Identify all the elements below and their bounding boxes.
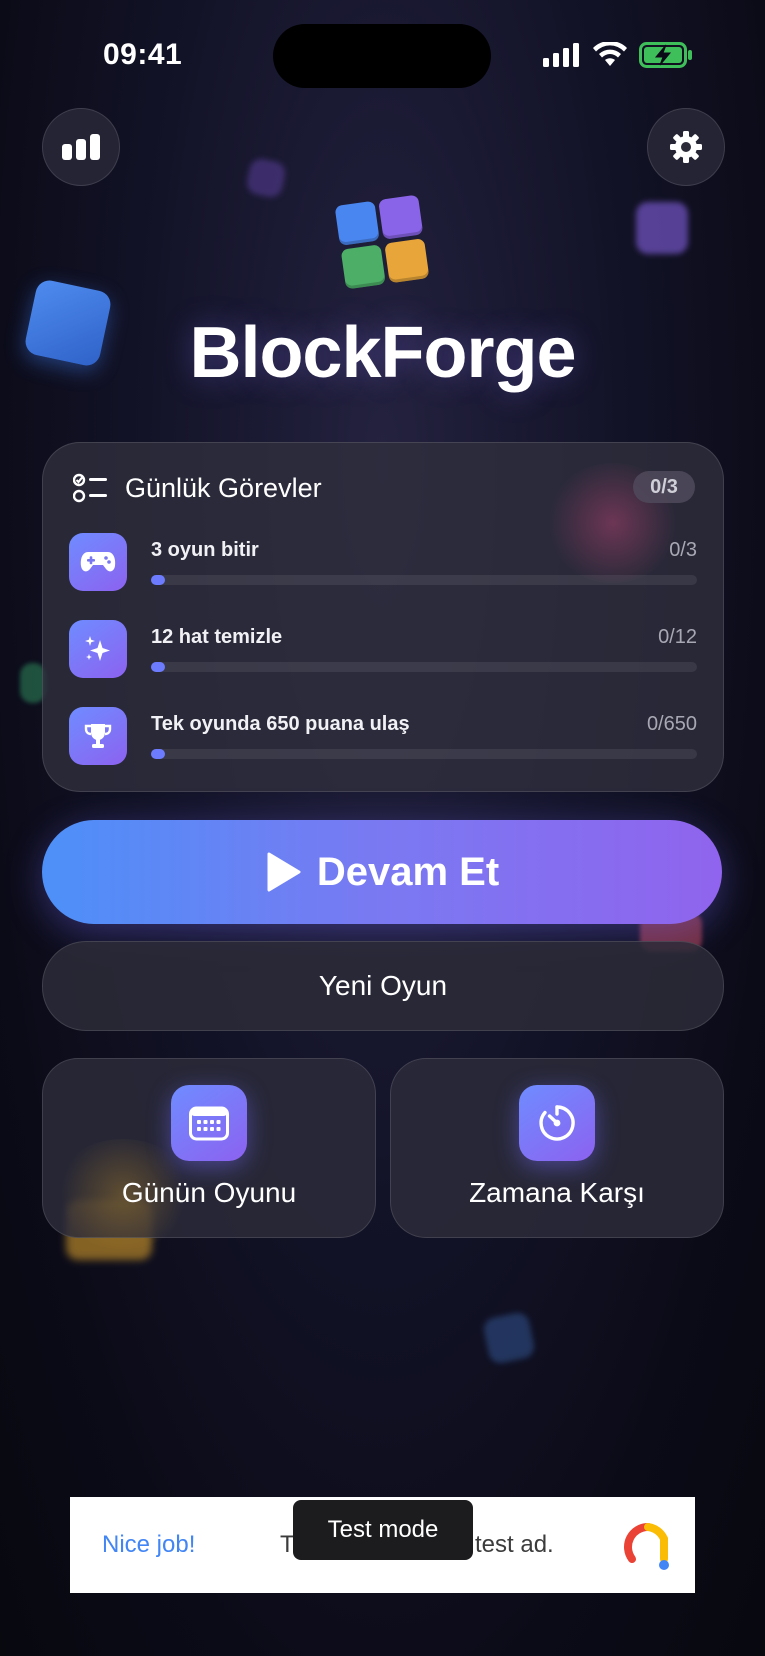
status-icons: [543, 42, 693, 68]
timer-icon: [539, 1105, 575, 1141]
task-row: 3 oyun bitir 0/3: [69, 533, 697, 593]
wifi-icon: [593, 42, 627, 66]
daily-game-button[interactable]: Günün Oyunu: [42, 1058, 376, 1249]
task-progress-bar: [151, 662, 697, 672]
task-row: 12 hat temizle 0/12: [69, 620, 697, 680]
task-icon-container: [69, 533, 127, 591]
time-attack-button[interactable]: Zamana Karşı: [390, 1058, 724, 1238]
task-label: 3 oyun bitir: [151, 539, 259, 561]
daily-tasks-card: Günlük Görevler 0/3 3 oyun bitir 0/3 12 …: [42, 442, 724, 792]
sparkles-icon: [85, 636, 110, 661]
cellular-signal-icon: [543, 43, 579, 67]
logo-block-purple: [378, 194, 424, 240]
task-progress-fill: [151, 749, 165, 759]
task-row: Tek oyunda 650 puana ulaş 0/650: [69, 707, 697, 767]
daily-tasks-title: Günlük Görevler: [125, 473, 322, 503]
gear-icon: [670, 131, 702, 163]
task-icon-container: [69, 707, 127, 765]
app-logo: [334, 194, 430, 290]
logo-block-blue: [334, 200, 380, 246]
task-progress-text: 0/650: [646, 713, 697, 735]
bar-chart-icon: [62, 134, 100, 160]
decorative-block: [636, 202, 688, 254]
task-progress-bar: [151, 749, 697, 759]
task-label: 12 hat temizle: [151, 626, 283, 648]
stats-button[interactable]: [42, 108, 120, 186]
test-mode-badge: Test mode: [293, 1500, 473, 1560]
settings-button[interactable]: [647, 108, 725, 186]
task-progress-fill: [151, 575, 165, 585]
time-attack-label: Zamana Karşı: [469, 1177, 645, 1208]
task-progress-text: 0/12: [658, 626, 697, 648]
trophy-icon: [84, 724, 112, 748]
task-label: Tek oyunda 650 puana ulaş: [151, 713, 410, 735]
continue-label: Devam Et: [316, 849, 500, 894]
new-game-label: Yeni Oyun: [318, 970, 448, 1001]
checklist-icon: [73, 473, 107, 503]
new-game-button[interactable]: Yeni Oyun: [42, 941, 724, 1031]
battery-charging-icon: [639, 42, 692, 68]
mode-icon-container: [171, 1085, 247, 1161]
task-progress-text: 0/3: [669, 539, 697, 561]
logo-block-orange: [384, 238, 430, 284]
gamepad-icon: [80, 552, 116, 572]
calendar-icon: [189, 1106, 229, 1141]
dynamic-island: [273, 24, 491, 88]
play-icon: [267, 852, 301, 892]
continue-button[interactable]: Devam Et: [42, 820, 722, 924]
mode-icon-container: [519, 1085, 595, 1161]
app-title: BlockForge: [189, 313, 576, 393]
logo-block-green: [340, 244, 386, 290]
ad-headline: Nice job!: [102, 1531, 196, 1558]
decorative-block: [481, 1310, 537, 1366]
task-progress-bar: [151, 575, 697, 585]
task-progress-fill: [151, 662, 165, 672]
status-time: 09:41: [103, 38, 183, 71]
task-icon-container: [69, 620, 127, 678]
tasks-count-badge: 0/3: [633, 471, 695, 503]
ad-network-logo-icon: [624, 1523, 669, 1570]
daily-game-label: Günün Oyunu: [121, 1177, 297, 1208]
ad-text-right: test ad.: [475, 1531, 554, 1558]
decorative-block: [244, 156, 288, 200]
